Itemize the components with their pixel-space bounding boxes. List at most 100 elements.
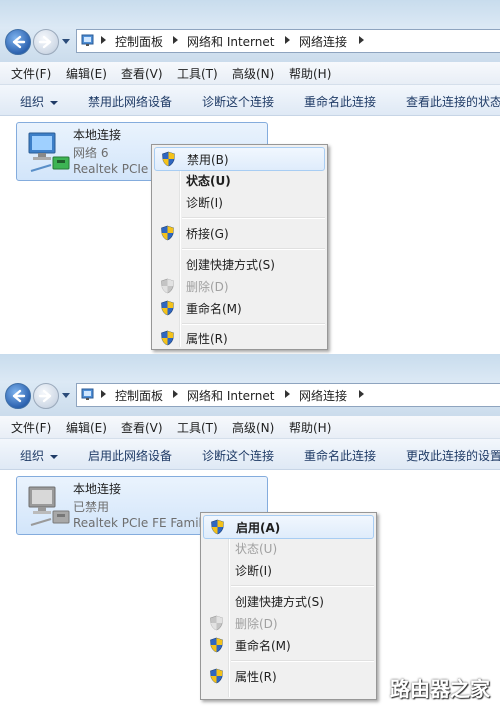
menu-advanced[interactable]: 高级(N) (232, 65, 274, 82)
change-settings-button[interactable]: 更改此连接的设置 (406, 447, 500, 464)
menu-help[interactable]: 帮助(H) (289, 419, 331, 436)
breadcrumb-network-internet[interactable]: 网络和 Internet (187, 387, 274, 404)
control-panel-icon (81, 388, 94, 400)
context-item-label: 删除(D) (186, 280, 229, 294)
context-item-status: 状态(U) (203, 537, 374, 559)
shield-icon (210, 615, 223, 631)
context-item-label: 诊断(I) (186, 196, 223, 210)
watermark: 路由器之家 (390, 677, 490, 701)
menu-edit[interactable]: 编辑(E) (66, 419, 107, 436)
menu-bar: 文件(F) 编辑(E) 查看(V) 工具(T) 高级(N) 帮助(H) (0, 416, 500, 439)
history-dropdown-icon[interactable] (61, 392, 71, 400)
context-menu: 启用(A) 状态(U) 诊断(I) 创建快捷方式(S) 删除(D) 重命名(M)… (200, 512, 377, 700)
shield-icon (162, 151, 175, 167)
connection-status: 网络 6 (73, 146, 109, 160)
context-item-create-shortcut[interactable]: 创建快捷方式(S) (154, 253, 325, 275)
menu-edit[interactable]: 编辑(E) (66, 65, 107, 82)
context-item-label: 状态(U) (186, 174, 231, 188)
context-item-label: 属性(R) (186, 332, 228, 346)
menu-help[interactable]: 帮助(H) (289, 65, 331, 82)
connection-device: Realtek PCIe (73, 162, 149, 176)
connection-status: 已禁用 (73, 500, 110, 514)
breadcrumb-separator-icon (173, 390, 178, 398)
breadcrumb-network-connections[interactable]: 网络连接 (299, 387, 347, 404)
forward-arrow-icon (38, 389, 52, 403)
menu-tools[interactable]: 工具(T) (177, 419, 218, 436)
shield-icon (210, 637, 223, 653)
back-button[interactable] (5, 383, 31, 409)
context-item-diagnose[interactable]: 诊断(I) (203, 559, 374, 581)
rename-button[interactable]: 重命名此连接 (304, 447, 376, 464)
enable-device-button[interactable]: 启用此网络设备 (88, 447, 172, 464)
shield-icon (161, 300, 174, 316)
context-item-bridge[interactable]: 桥接(G) (154, 222, 325, 244)
breadcrumb-separator-icon (359, 390, 364, 398)
chevron-down-icon (50, 454, 59, 459)
context-item-status[interactable]: 状态(U) (154, 169, 325, 191)
context-item-label: 诊断(I) (235, 564, 272, 578)
connection-name: 本地连接 (73, 128, 122, 142)
organize-button[interactable]: 组织 (20, 93, 59, 110)
context-menu: 禁用(B) 状态(U) 诊断(I) 桥接(G) 创建快捷方式(S) 删除(D) … (151, 144, 328, 350)
breadcrumb-separator-icon (285, 36, 290, 44)
top-explorer-window: 控制面板 网络和 Internet 网络连接 文件(F) 编辑(E) 查看(V)… (0, 0, 500, 354)
menu-separator (182, 248, 325, 250)
context-item-properties[interactable]: 属性(R) (154, 327, 325, 349)
chevron-down-icon (50, 100, 59, 105)
history-dropdown-icon[interactable] (61, 38, 71, 46)
context-item-label: 重命名(M) (186, 302, 242, 316)
breadcrumb-separator-icon (101, 36, 106, 44)
context-item-create-shortcut[interactable]: 创建快捷方式(S) (203, 590, 374, 612)
context-item-rename[interactable]: 重命名(M) (154, 297, 325, 319)
disable-device-button[interactable]: 禁用此网络设备 (88, 93, 172, 110)
menu-separator (231, 660, 374, 662)
breadcrumb-network-connections[interactable]: 网络连接 (299, 33, 347, 50)
network-adapter-disabled-icon (28, 486, 70, 526)
shield-icon (161, 225, 174, 241)
context-item-properties[interactable]: 属性(R) (203, 665, 374, 687)
control-panel-icon (81, 34, 94, 46)
bottom-explorer-window: 控制面板 网络和 Internet 网络连接 文件(F) 编辑(E) 查看(V)… (0, 354, 500, 708)
context-item-label: 禁用(B) (187, 153, 229, 167)
connection-name: 本地连接 (73, 482, 122, 496)
menu-advanced[interactable]: 高级(N) (232, 419, 274, 436)
back-arrow-icon (12, 35, 26, 49)
context-item-disable[interactable]: 禁用(B) (154, 147, 325, 171)
menu-view[interactable]: 查看(V) (121, 419, 163, 436)
menu-file[interactable]: 文件(F) (11, 419, 51, 436)
view-status-button[interactable]: 查看此连接的状态 (406, 93, 500, 110)
context-item-label: 桥接(G) (186, 227, 229, 241)
breadcrumb-network-internet[interactable]: 网络和 Internet (187, 33, 274, 50)
navigation-bar: 控制面板 网络和 Internet 网络连接 (0, 0, 500, 63)
menu-tools[interactable]: 工具(T) (177, 65, 218, 82)
context-item-diagnose[interactable]: 诊断(I) (154, 191, 325, 213)
context-item-enable[interactable]: 启用(A) (203, 515, 374, 539)
diagnose-button[interactable]: 诊断这个连接 (202, 93, 274, 110)
context-item-label: 创建快捷方式(S) (235, 595, 324, 609)
menu-file[interactable]: 文件(F) (11, 65, 51, 82)
context-item-delete: 删除(D) (154, 275, 325, 297)
forward-button[interactable] (33, 383, 59, 409)
forward-button[interactable] (33, 29, 59, 55)
menu-view[interactable]: 查看(V) (121, 65, 163, 82)
shield-icon (210, 668, 223, 684)
address-bar[interactable]: 控制面板 网络和 Internet 网络连接 (76, 383, 500, 407)
address-bar[interactable]: 控制面板 网络和 Internet 网络连接 (76, 29, 500, 53)
network-adapter-icon (28, 132, 70, 172)
breadcrumb-separator-icon (359, 36, 364, 44)
navigation-bar: 控制面板 网络和 Internet 网络连接 (0, 354, 500, 417)
organize-label: 组织 (20, 449, 45, 463)
menu-bar: 文件(F) 编辑(E) 查看(V) 工具(T) 高级(N) 帮助(H) (0, 62, 500, 85)
rename-button[interactable]: 重命名此连接 (304, 93, 376, 110)
breadcrumb-control-panel[interactable]: 控制面板 (115, 387, 163, 404)
breadcrumb-control-panel[interactable]: 控制面板 (115, 33, 163, 50)
diagnose-button[interactable]: 诊断这个连接 (202, 447, 274, 464)
menu-separator (182, 217, 325, 219)
back-button[interactable] (5, 29, 31, 55)
context-item-rename[interactable]: 重命名(M) (203, 634, 374, 656)
command-bar: 组织 禁用此网络设备 诊断这个连接 重命名此连接 查看此连接的状态 (0, 85, 500, 116)
organize-button[interactable]: 组织 (20, 447, 59, 464)
context-item-label: 创建快捷方式(S) (186, 258, 275, 272)
forward-arrow-icon (38, 35, 52, 49)
shield-icon (161, 278, 174, 294)
